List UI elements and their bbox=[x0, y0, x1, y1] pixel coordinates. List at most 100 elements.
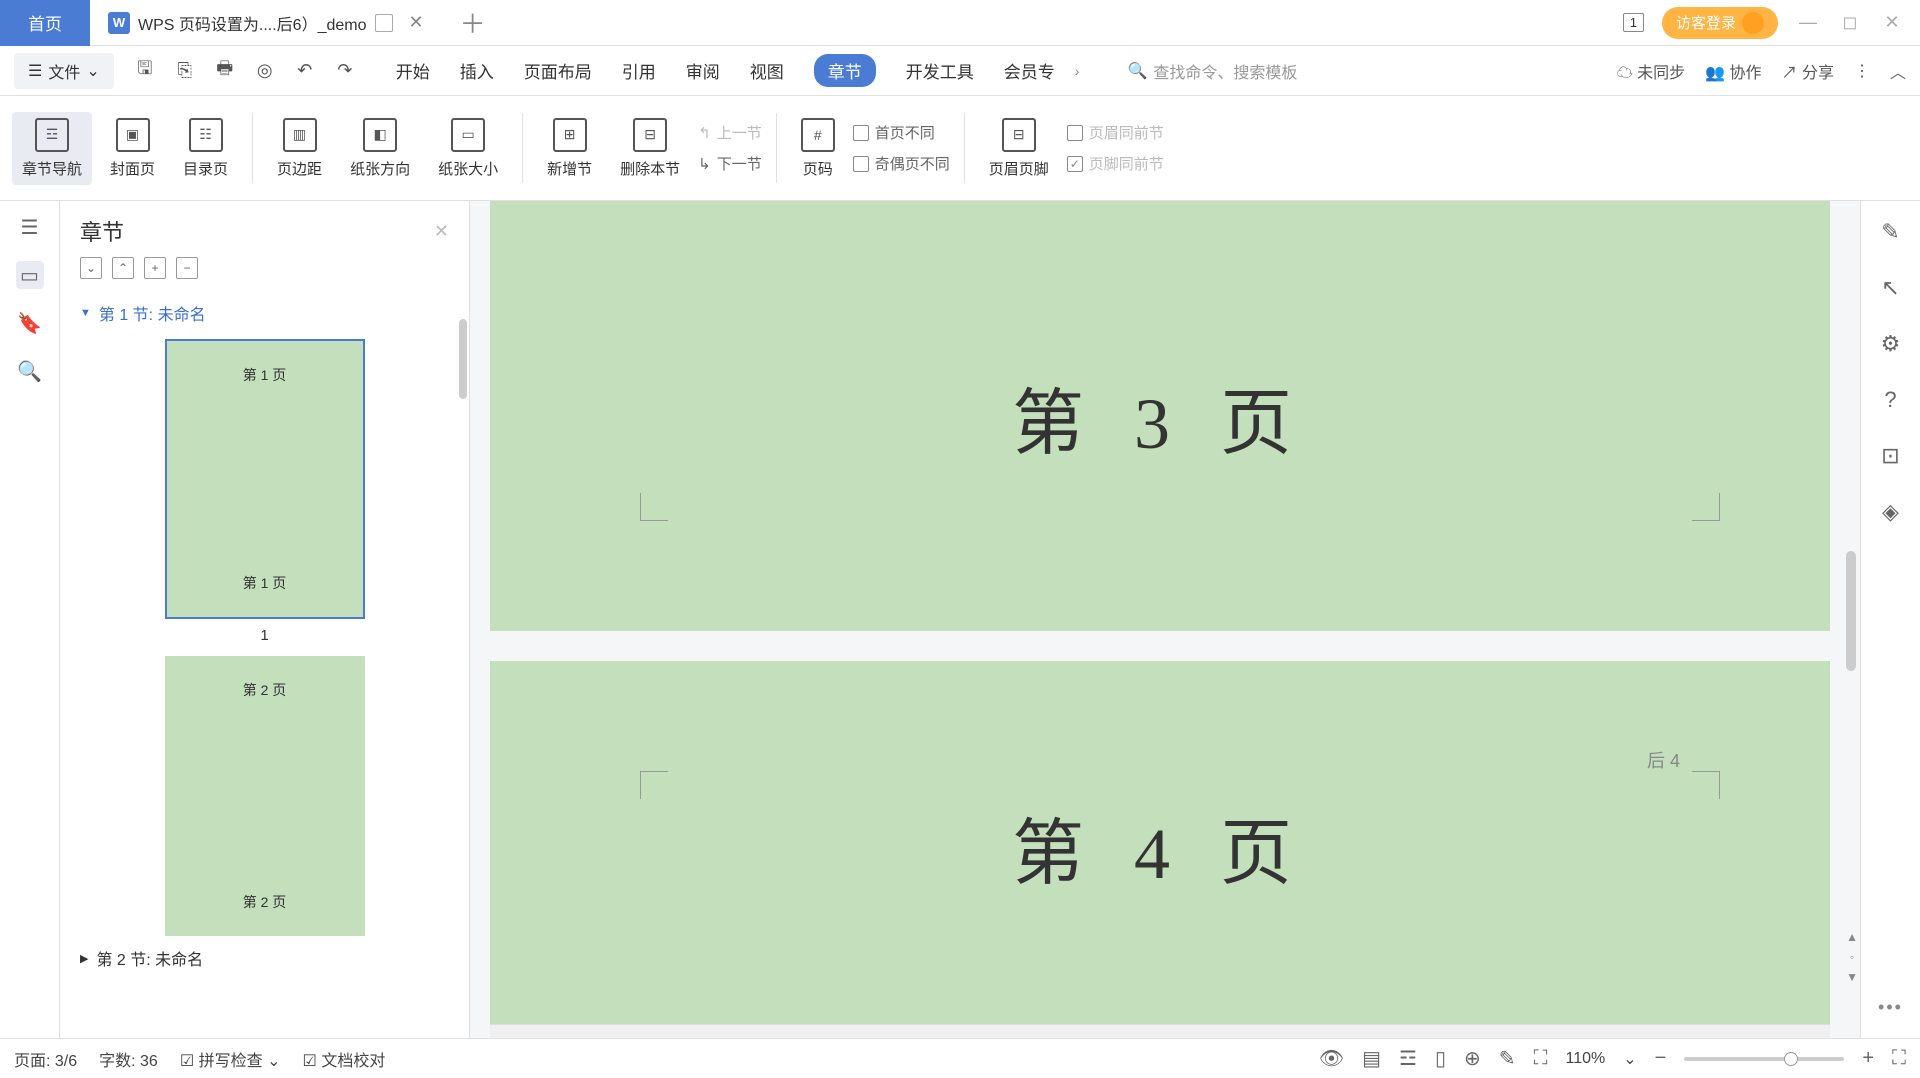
thumbnail-2[interactable]: 第 2 页 第 2 页 bbox=[165, 656, 365, 936]
outline-view-icon[interactable]: ☲ bbox=[1399, 1046, 1417, 1071]
qa-print-icon[interactable]: 🖶 bbox=[212, 58, 238, 84]
section-icon[interactable]: ▭ bbox=[16, 261, 44, 289]
qa-save-icon[interactable]: 🖫 bbox=[132, 58, 158, 84]
next-section-button[interactable]: ↳ 下一节 bbox=[698, 153, 762, 174]
page-3[interactable]: 第 3 页 bbox=[490, 201, 1830, 631]
collapse-up-icon[interactable]: ⌃ bbox=[112, 257, 134, 279]
word-count[interactable]: 字数: 36 bbox=[99, 1047, 158, 1071]
page-number-button[interactable]: # 页码 bbox=[791, 112, 845, 185]
remove-icon[interactable]: − bbox=[176, 257, 198, 279]
share[interactable]: ↗ 分享 bbox=[1782, 59, 1834, 83]
page-status[interactable]: 页面: 3/6 bbox=[14, 1047, 77, 1071]
new-tab-button[interactable]: ＋ bbox=[442, 4, 504, 41]
zoom-value[interactable]: 110% bbox=[1565, 1050, 1605, 1068]
chevron-down-icon[interactable]: ⌄ bbox=[1623, 1049, 1636, 1069]
vertical-scrollbar[interactable]: ▲ ◦ ▼ bbox=[1842, 201, 1858, 1024]
menu-review[interactable]: 审阅 bbox=[686, 58, 720, 83]
collapse-ribbon-icon[interactable]: ︿ bbox=[1890, 59, 1906, 83]
fit-icon[interactable]: ⛶ bbox=[1533, 1047, 1547, 1070]
proofread-button[interactable]: ☑ 文档校对 bbox=[303, 1047, 386, 1071]
canvas-inner[interactable]: 第 3 页 后 4 第 4 页 bbox=[490, 201, 1830, 1024]
scroll-dot-icon[interactable]: ◦ bbox=[1850, 950, 1854, 964]
web-view-icon[interactable]: ⊕ bbox=[1464, 1046, 1481, 1071]
scroll-down-icon[interactable]: ▼ bbox=[1846, 970, 1858, 984]
toc-button[interactable]: ☷ 目录页 bbox=[173, 112, 238, 185]
section-1-title[interactable]: ▼ 第 1 节: 未命名 bbox=[80, 295, 449, 331]
highlight-icon[interactable]: ✎ bbox=[1499, 1046, 1516, 1071]
help-icon[interactable]: ? bbox=[1884, 387, 1896, 413]
monitor-icon[interactable] bbox=[375, 14, 393, 32]
close-button[interactable]: ✕ bbox=[1880, 12, 1904, 33]
page-4[interactable]: 后 4 第 4 页 bbox=[490, 661, 1830, 1024]
menu-member[interactable]: 会员专 bbox=[1004, 58, 1055, 83]
menu-devtools[interactable]: 开发工具 bbox=[906, 58, 974, 83]
page-view-icon[interactable]: ▤ bbox=[1362, 1046, 1381, 1071]
nav-body: ▼ 第 1 节: 未命名 第 1 页 第 1 页 1 第 2 页 第 2 页 ▶… bbox=[60, 289, 469, 1038]
first-page-diff-checkbox[interactable]: 首页不同 bbox=[853, 122, 950, 143]
orientation-button[interactable]: ◧ 纸张方向 bbox=[340, 112, 420, 185]
menu-tabs: 开始 插入 页面布局 引用 审阅 视图 章节 开发工具 会员专 › bbox=[396, 54, 1080, 87]
eye-icon[interactable]: 👁 bbox=[1319, 1046, 1344, 1071]
more-options-icon[interactable]: ⋮ bbox=[1854, 61, 1870, 81]
maximize-button[interactable]: ◻ bbox=[1838, 12, 1862, 33]
zoom-out-button[interactable]: − bbox=[1655, 1047, 1667, 1070]
search-box[interactable]: 🔍 查找命令、搜索模板 bbox=[1127, 59, 1297, 83]
zoom-knob[interactable] bbox=[1784, 1052, 1798, 1066]
menu-references[interactable]: 引用 bbox=[622, 58, 656, 83]
file-menu[interactable]: ☰ 文件 ⌄ bbox=[14, 53, 114, 89]
margin-icon: ▥ bbox=[283, 118, 317, 152]
menu-start[interactable]: 开始 bbox=[396, 58, 430, 83]
qa-redo-icon[interactable]: ↷ bbox=[332, 58, 358, 84]
notification-badge[interactable]: 1 bbox=[1623, 13, 1644, 32]
nav-scrollbar-thumb[interactable] bbox=[459, 319, 467, 399]
zoom-in-button[interactable]: + bbox=[1862, 1047, 1874, 1070]
cover-page-button[interactable]: ▣ 封面页 bbox=[100, 112, 165, 185]
menu-section[interactable]: 章节 bbox=[814, 54, 876, 87]
minimize-button[interactable]: — bbox=[1796, 12, 1820, 33]
section-nav-button[interactable]: ☲ 章节导航 bbox=[12, 112, 92, 185]
search-rail-icon[interactable]: 🔍 bbox=[16, 357, 44, 385]
settings-icon[interactable]: ⚙ bbox=[1881, 331, 1901, 357]
tool-icon[interactable]: ⊡ bbox=[1881, 443, 1899, 469]
document-tab-title: WPS 页码设置为....后6）_demo bbox=[138, 11, 367, 35]
document-tab[interactable]: W WPS 页码设置为....后6）_demo ✕ bbox=[90, 0, 442, 46]
expand-down-icon[interactable]: ⌄ bbox=[80, 257, 102, 279]
spellcheck-toggle[interactable]: ☑ 拼写检查 ⌄ bbox=[180, 1047, 281, 1071]
horizontal-scrollbar[interactable] bbox=[490, 1024, 1830, 1038]
vscroll-thumb[interactable] bbox=[1846, 551, 1856, 671]
menu-view[interactable]: 视图 bbox=[750, 58, 784, 83]
qa-undo-icon[interactable]: ↶ bbox=[292, 58, 318, 84]
new-section-button[interactable]: ⊞ 新增节 bbox=[537, 112, 602, 185]
cursor-icon[interactable]: ↖ bbox=[1881, 275, 1899, 301]
delete-section-button[interactable]: ⊟ 删除本节 bbox=[610, 112, 690, 185]
outline-icon[interactable]: ☰ bbox=[16, 213, 44, 241]
more-icon[interactable]: ••• bbox=[1878, 997, 1903, 1018]
zoom-slider[interactable] bbox=[1684, 1057, 1844, 1061]
margin-button[interactable]: ▥ 页边距 bbox=[267, 112, 332, 185]
collaborate[interactable]: 👥 协作 bbox=[1705, 59, 1761, 83]
cloud-sync[interactable]: ☁ 未同步 bbox=[1617, 59, 1685, 83]
qa-export-icon[interactable]: ⎘ bbox=[172, 58, 198, 84]
thumbnail-1[interactable]: 第 1 页 第 1 页 bbox=[165, 339, 365, 619]
paper-size-button[interactable]: ▭ 纸张大小 bbox=[428, 112, 508, 185]
home-tab[interactable]: 首页 bbox=[0, 0, 90, 46]
tab-close-icon[interactable]: ✕ bbox=[409, 12, 424, 33]
titlebar: 首页 W WPS 页码设置为....后6）_demo ✕ ＋ 1 访客登录 — … bbox=[0, 0, 1920, 46]
fullscreen-icon[interactable]: ⛶ bbox=[1892, 1047, 1906, 1070]
header-footer-button[interactable]: ⊟ 页眉页脚 bbox=[979, 112, 1059, 185]
bookmark-icon[interactable]: 🔖 bbox=[16, 309, 44, 337]
menu-insert[interactable]: 插入 bbox=[460, 58, 494, 83]
section-nav-icon: ☲ bbox=[35, 118, 69, 152]
read-view-icon[interactable]: ▯ bbox=[1435, 1046, 1446, 1071]
more-menus-icon[interactable]: › bbox=[1075, 63, 1080, 79]
scroll-up-icon[interactable]: ▲ bbox=[1846, 930, 1858, 944]
login-button[interactable]: 访客登录 bbox=[1662, 7, 1778, 39]
pencil-icon[interactable]: ✎ bbox=[1881, 219, 1899, 245]
odd-even-diff-checkbox[interactable]: 奇偶页不同 bbox=[853, 153, 950, 174]
nav-close-icon[interactable]: ✕ bbox=[434, 221, 449, 242]
qa-preview-icon[interactable]: ◎ bbox=[252, 58, 278, 84]
diamond-icon[interactable]: ◈ bbox=[1882, 499, 1899, 525]
section-2-title[interactable]: ▶ 第 2 节: 未命名 bbox=[80, 940, 449, 976]
menu-layout[interactable]: 页面布局 bbox=[524, 58, 592, 83]
add-icon[interactable]: + bbox=[144, 257, 166, 279]
